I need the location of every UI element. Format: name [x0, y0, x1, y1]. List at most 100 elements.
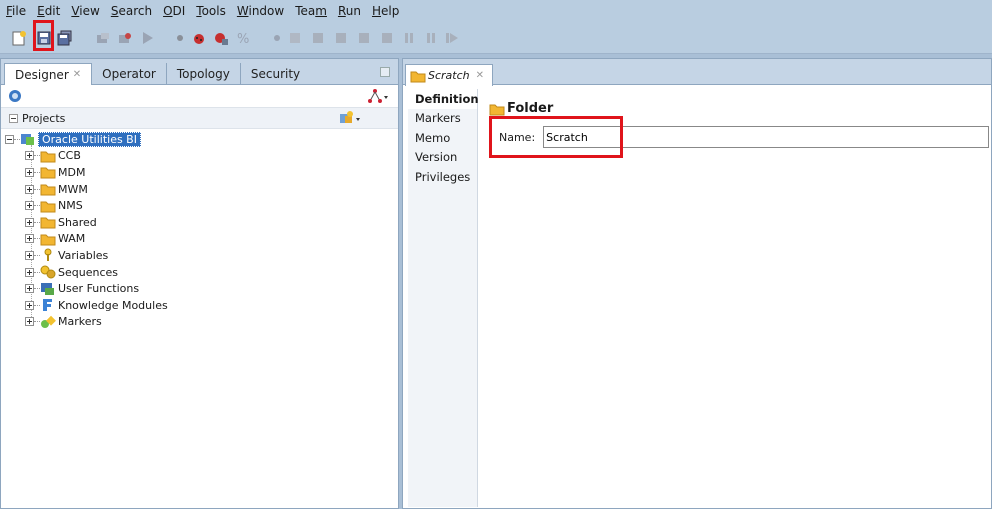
tree-root-label: Oracle Utilities BI [38, 131, 141, 147]
menu-help[interactable]: Help [372, 4, 399, 18]
menu-run[interactable]: Run [338, 4, 361, 18]
collapse-icon[interactable] [5, 134, 14, 144]
step-out-icon[interactable] [331, 28, 351, 48]
knowledge-module-icon [40, 298, 56, 312]
tab-topology[interactable]: Topology [167, 63, 241, 84]
breakpoint-icon[interactable] [170, 28, 190, 48]
svg-text:%: % [237, 32, 249, 46]
resume-icon[interactable] [377, 28, 397, 48]
new-project-icon[interactable] [338, 110, 362, 129]
refresh-icon[interactable] [93, 28, 113, 48]
menu-window[interactable]: Window [237, 4, 284, 18]
run-icon[interactable] [137, 28, 157, 48]
section-title: Folder [489, 101, 553, 116]
expand-icon[interactable] [25, 267, 34, 277]
save-all-icon[interactable] [55, 28, 75, 48]
tab-scratch-label: Scratch [428, 69, 470, 82]
folder-icon [40, 199, 56, 213]
project-tree: Oracle Utilities BI CCB MDM MWM NMS Shar… [5, 131, 395, 330]
tree-item-knowledge-modules[interactable]: Knowledge Modules [5, 297, 395, 314]
collapse-icon[interactable] [9, 113, 18, 123]
navigator-toolbar [1, 85, 398, 107]
tree-item-user-functions[interactable]: User Functions [5, 280, 395, 297]
side-tab-memo[interactable]: Memo [408, 128, 477, 148]
pause-alt-icon[interactable] [421, 28, 441, 48]
expand-icon[interactable] [25, 184, 34, 194]
tab-security[interactable]: Security [241, 63, 310, 84]
menu-team[interactable]: Team [295, 4, 327, 18]
menu-edit[interactable]: Edit [37, 4, 60, 18]
folder-icon [40, 165, 56, 179]
tree-item-label: MDM [58, 165, 86, 179]
side-tab-privileges[interactable]: Privileges [408, 167, 477, 187]
debug-icon[interactable] [115, 28, 135, 48]
tab-designer-label: Designer [15, 67, 69, 82]
tab-operator-label: Operator [102, 66, 156, 81]
expand-icon[interactable] [25, 167, 34, 177]
tree-item-label: Markers [58, 315, 102, 329]
step-return-icon[interactable] [354, 28, 374, 48]
tree-item-mwm[interactable]: MWM [5, 181, 395, 198]
projects-section-header[interactable]: Projects [1, 107, 398, 129]
tree-item-variables[interactable]: Variables [5, 247, 395, 264]
tab-scratch[interactable]: Scratch ✕ [405, 64, 494, 86]
tree-item-label: MWM [58, 182, 88, 196]
step-into-icon[interactable] [285, 28, 305, 48]
debug-session-icon[interactable] [211, 28, 231, 48]
bug-icon[interactable] [189, 28, 209, 48]
expand-icon[interactable] [25, 234, 34, 244]
user-function-icon [40, 282, 56, 296]
tree-item-label: Knowledge Modules [58, 298, 168, 312]
side-tab-definition[interactable]: Definition [408, 89, 479, 109]
folder-icon [40, 215, 56, 229]
menu-odi[interactable]: ODI [163, 4, 185, 18]
tree-item-sequences[interactable]: Sequences [5, 264, 395, 281]
tree-item-mdm[interactable]: MDM [5, 164, 395, 181]
tree-item-label: NMS [58, 199, 83, 213]
section-title-label: Folder [507, 101, 554, 116]
step-icon[interactable] [267, 28, 287, 48]
tab-operator[interactable]: Operator [92, 63, 167, 84]
tree-item-label: CCB [58, 149, 81, 163]
close-icon[interactable]: ✕ [476, 70, 484, 81]
menu-search[interactable]: Search [111, 4, 152, 18]
percent-icon[interactable]: % [233, 28, 253, 48]
tree-item-label: Shared [58, 215, 97, 229]
editor-tabs: Scratch ✕ [403, 59, 991, 86]
menu-view[interactable]: View [71, 4, 99, 18]
sequence-icon [40, 265, 56, 279]
side-tab-markers[interactable]: Markers [408, 109, 477, 129]
expand-icon[interactable] [25, 300, 34, 310]
tree-item-label: Variables [58, 248, 109, 262]
tab-designer[interactable]: Designer ✕ [4, 63, 93, 85]
folder-icon [40, 149, 56, 163]
expand-icon[interactable] [25, 151, 34, 161]
close-icon[interactable]: ✕ [73, 69, 81, 80]
main-toolbar: % [0, 22, 992, 54]
editor-side-tabs: Definition Markers Memo Version Privileg… [408, 89, 479, 507]
menu-file[interactable]: File [6, 4, 26, 18]
variable-icon [40, 248, 56, 262]
marker-icon [40, 315, 56, 329]
pause-icon[interactable] [399, 28, 419, 48]
name-field-highlight [489, 116, 623, 158]
expand-icon[interactable] [25, 284, 34, 294]
tree-root[interactable]: Oracle Utilities BI [5, 131, 395, 148]
connect-icon[interactable] [7, 88, 23, 107]
continue-icon[interactable] [442, 28, 462, 48]
expand-icon[interactable] [25, 201, 34, 211]
tree-item-ccb[interactable]: CCB [5, 148, 395, 165]
expand-icon[interactable] [25, 317, 34, 327]
new-icon[interactable] [9, 28, 29, 48]
tree-item-markers[interactable]: Markers [5, 314, 395, 331]
model-options-icon[interactable] [367, 88, 389, 107]
minimize-icon[interactable] [380, 67, 390, 77]
tree-item-shared[interactable]: Shared [5, 214, 395, 231]
tree-item-wam[interactable]: WAM [5, 231, 395, 248]
expand-icon[interactable] [25, 250, 34, 260]
tree-item-nms[interactable]: NMS [5, 197, 395, 214]
menu-tools[interactable]: Tools [196, 4, 226, 18]
side-tab-version[interactable]: Version [408, 148, 477, 168]
step-over-icon[interactable] [308, 28, 328, 48]
expand-icon[interactable] [25, 217, 34, 227]
